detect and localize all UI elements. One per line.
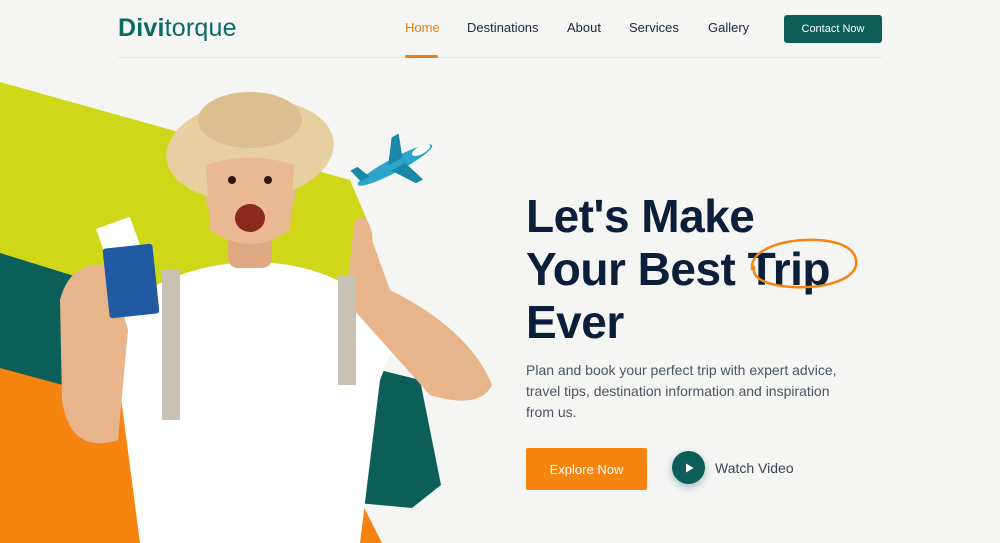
logo-bold-text: Divi — [118, 14, 165, 42]
play-button[interactable] — [672, 451, 705, 484]
logo[interactable]: Divitorque — [118, 14, 237, 43]
mouth — [235, 204, 265, 232]
play-icon — [685, 463, 693, 472]
hero-illustration — [0, 82, 492, 543]
watch-video-button[interactable]: Watch Video — [672, 451, 794, 484]
contact-now-button[interactable]: Contact Now — [784, 15, 882, 43]
nav-home[interactable]: Home — [405, 20, 440, 35]
nav-services[interactable]: Services — [629, 20, 679, 35]
eye-left — [228, 176, 236, 184]
logo-light-text: torque — [164, 14, 237, 42]
hero-description: Plan and book your perfect trip with exp… — [526, 362, 837, 420]
trip-highlight-circle — [750, 238, 858, 289]
backpack-strap-right — [338, 275, 356, 385]
explore-now-button[interactable]: Explore Now — [526, 448, 647, 490]
backpack-strap-left — [162, 270, 180, 420]
nav-gallery[interactable]: Gallery — [708, 20, 749, 35]
watch-video-label[interactable]: Watch Video — [715, 460, 794, 476]
nav-active-indicator — [405, 55, 438, 58]
hat-crown — [198, 92, 302, 148]
eye-right — [264, 176, 272, 184]
nav-destinations[interactable]: Destinations — [467, 20, 539, 35]
airplane-icon — [350, 133, 433, 186]
headline-line-3: Ever — [526, 296, 624, 348]
nav-about[interactable]: About — [567, 20, 601, 35]
